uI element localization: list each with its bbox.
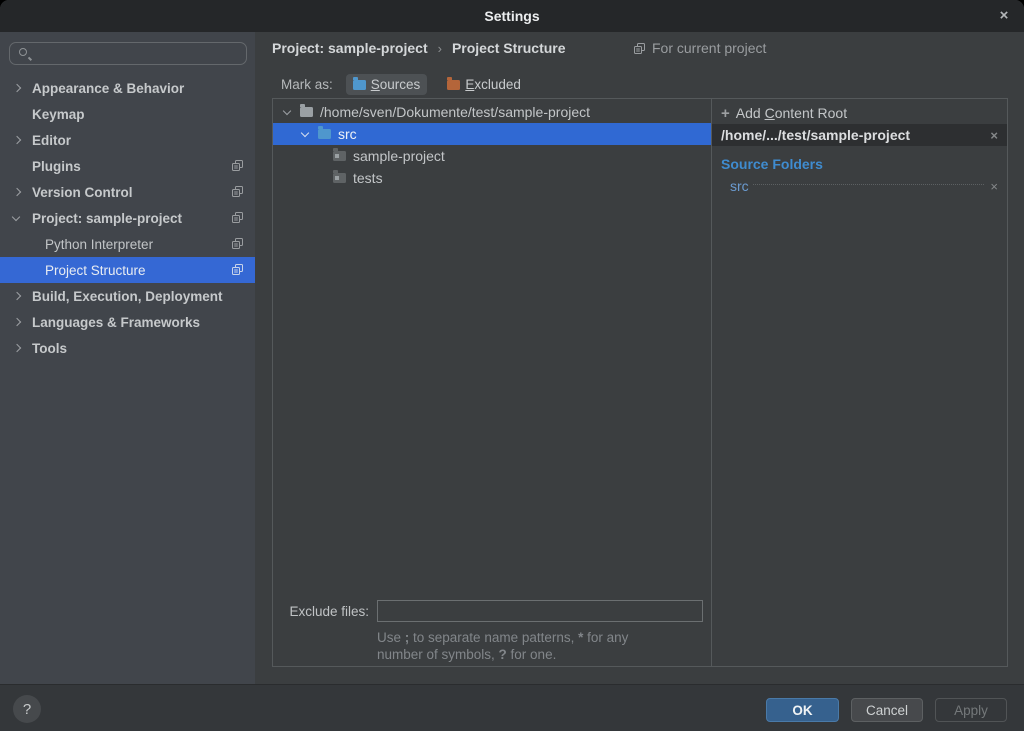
source-folders-title: Source Folders	[712, 153, 1007, 175]
breadcrumb-project[interactable]: Project: sample-project	[272, 40, 428, 56]
tree-row-content-root[interactable]: /home/sven/Dokumente/test/sample-project	[273, 101, 711, 123]
mark-sources-button[interactable]: Sources	[346, 74, 428, 95]
sidebar-item-keymap[interactable]: Keymap	[0, 101, 255, 127]
chevron-down-icon[interactable]	[301, 128, 309, 136]
sidebar-item-build-execution-deployment[interactable]: Build, Execution, Deployment	[0, 283, 255, 309]
plus-icon: +	[721, 105, 730, 122]
sidebar-item-tools[interactable]: Tools	[0, 335, 255, 361]
help-button[interactable]: ?	[13, 695, 41, 723]
sidebar-item-appearance-behavior[interactable]: Appearance & Behavior	[0, 75, 255, 101]
chevron-down-icon	[12, 212, 20, 220]
exclude-files-label: Exclude files:	[273, 604, 369, 619]
chevron-right-icon	[13, 344, 21, 352]
search-input[interactable]	[38, 44, 243, 63]
chevron-right-icon	[13, 84, 21, 92]
chevron-right-icon	[13, 318, 21, 326]
chevron-down-icon[interactable]	[283, 106, 291, 114]
close-icon[interactable]: ×	[995, 7, 1013, 25]
sidebar-item-languages-frameworks[interactable]: Languages & Frameworks	[0, 309, 255, 335]
chevron-right-icon	[13, 136, 21, 144]
per-project-icon	[231, 237, 244, 250]
breadcrumb: Project: sample-project › Project Struct…	[272, 40, 566, 56]
source-folder-item[interactable]: src ×	[712, 175, 1007, 197]
tree-row-tests[interactable]: tests	[273, 167, 711, 189]
remove-source-folder-icon[interactable]: ×	[990, 179, 998, 194]
excluded-folder-icon	[447, 80, 460, 90]
source-folder-icon	[318, 129, 331, 139]
folder-icon	[333, 173, 346, 183]
mark-as-label: Mark as:	[281, 77, 333, 92]
sidebar-item-project-structure[interactable]: Project Structure	[0, 257, 255, 283]
search-icon	[19, 48, 27, 56]
ok-button[interactable]: OK	[766, 698, 839, 722]
folder-icon	[333, 151, 346, 161]
dialog-title: Settings	[484, 8, 539, 24]
remove-content-root-icon[interactable]: ×	[990, 128, 998, 143]
exclude-files-row: Exclude files:	[273, 600, 711, 622]
add-content-root-button[interactable]: + Add Content Root	[712, 102, 1007, 124]
dotted-leader	[753, 184, 985, 185]
sidebar-item-project-sample-project[interactable]: Project: sample-project	[0, 205, 255, 231]
exclude-files-hint: Use ; to separate name patterns, * for a…	[377, 629, 628, 663]
settings-dialog: Settings × Appearance & Behavior Keymap …	[0, 0, 1024, 731]
sources-folder-icon	[353, 80, 366, 90]
settings-sidebar: Appearance & Behavior Keymap Editor Plug…	[0, 32, 255, 684]
content-root-path: /home/.../test/sample-project	[721, 127, 910, 143]
apply-button: Apply	[935, 698, 1007, 722]
chevron-right-icon	[13, 188, 21, 196]
breadcrumb-page: Project Structure	[452, 40, 566, 56]
search-box[interactable]	[9, 42, 247, 65]
exclude-files-input[interactable]	[377, 600, 703, 622]
cancel-button[interactable]: Cancel	[851, 698, 923, 722]
sidebar-item-version-control[interactable]: Version Control	[0, 179, 255, 205]
breadcrumb-separator: ›	[438, 41, 442, 56]
content-root-tree: /home/sven/Dokumente/test/sample-project…	[272, 98, 712, 667]
content-roots-panel: + Add Content Root /home/.../test/sample…	[712, 98, 1008, 667]
dialog-footer: ? OK Cancel Apply	[0, 684, 1024, 731]
content-root-header[interactable]: /home/.../test/sample-project ×	[712, 124, 1007, 146]
settings-nav: Appearance & Behavior Keymap Editor Plug…	[0, 75, 255, 361]
tree-row-sample-project[interactable]: sample-project	[273, 145, 711, 167]
folder-icon	[300, 107, 313, 117]
per-project-icon	[231, 159, 244, 172]
tree-row-src[interactable]: src	[273, 123, 711, 145]
sidebar-item-python-interpreter[interactable]: Python Interpreter	[0, 231, 255, 257]
title-bar: Settings ×	[0, 0, 1024, 32]
mark-excluded-button[interactable]: Excluded	[440, 74, 528, 95]
per-project-icon	[231, 185, 244, 198]
for-current-project-hint: For current project	[633, 40, 766, 56]
chevron-right-icon	[13, 292, 21, 300]
mark-as-toolbar: Mark as: Sources Excluded	[281, 74, 528, 95]
per-project-icon	[231, 211, 244, 224]
per-project-icon	[231, 263, 244, 276]
sidebar-item-plugins[interactable]: Plugins	[0, 153, 255, 179]
sidebar-item-editor[interactable]: Editor	[0, 127, 255, 153]
per-project-icon	[633, 42, 646, 55]
